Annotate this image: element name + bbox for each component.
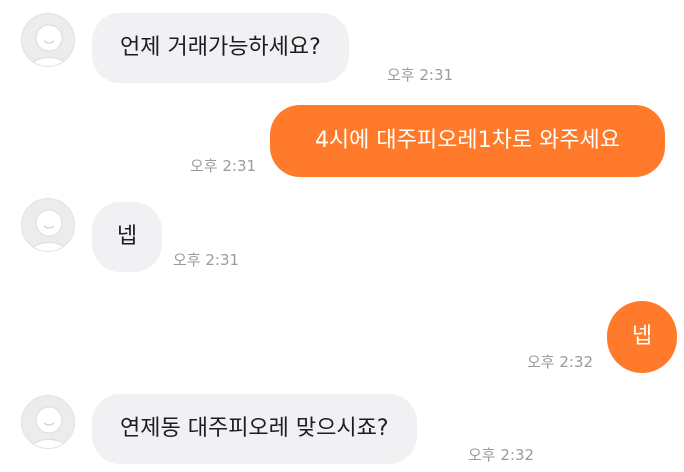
message-bubble-incoming[interactable]: 넵: [92, 202, 162, 272]
message-bubble-incoming[interactable]: 언제 거래가능하세요?: [92, 13, 349, 83]
message-bubble-outgoing[interactable]: 4시에 대주피오레1차로 와주세요: [270, 105, 665, 177]
message-row-incoming: 연제동 대주피오레 맞으시죠? 오후 2:32: [0, 380, 684, 472]
message-bubble-outgoing[interactable]: 넵: [607, 301, 677, 373]
chat-message-list[interactable]: 언제 거래가능하세요? 오후 2:31 오후 2:31 4시에 대주피오레1차로…: [0, 0, 684, 472]
message-timestamp: 오후 2:31: [387, 66, 454, 84]
profile-avatar-icon[interactable]: [21, 198, 75, 252]
message-timestamp: 오후 2:32: [527, 353, 594, 371]
profile-avatar-icon[interactable]: [21, 395, 75, 449]
message-timestamp: 오후 2:31: [173, 251, 240, 269]
message-row-outgoing: 오후 2:31 4시에 대주피오레1차로 와주세요: [0, 95, 684, 185]
message-timestamp: 오후 2:32: [468, 446, 535, 464]
message-row-outgoing: 오후 2:32 넵: [0, 285, 684, 380]
profile-avatar-icon[interactable]: [21, 13, 75, 67]
message-row-incoming: 넵 오후 2:31: [0, 185, 684, 285]
message-row-incoming: 언제 거래가능하세요? 오후 2:31: [0, 0, 684, 95]
message-bubble-incoming[interactable]: 연제동 대주피오레 맞으시죠?: [92, 394, 417, 464]
message-timestamp: 오후 2:31: [190, 157, 257, 175]
